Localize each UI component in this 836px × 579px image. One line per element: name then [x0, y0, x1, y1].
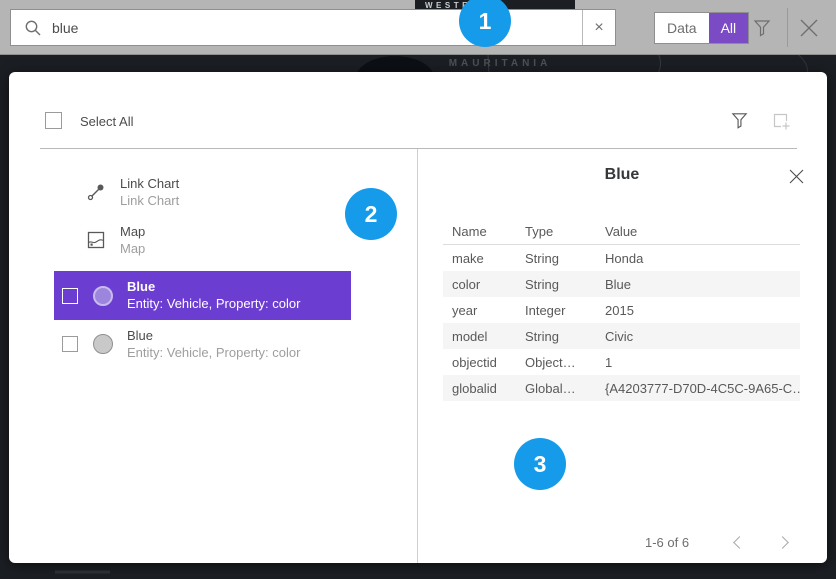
detail-close-icon[interactable]	[788, 168, 805, 185]
result-icon	[92, 333, 114, 355]
clear-search-button[interactable]: ×	[582, 10, 615, 45]
cell-name: model	[443, 329, 525, 344]
cell-type: String	[525, 277, 605, 292]
result-list-item[interactable]: Blue Entity: Vehicle, Property: color	[54, 320, 351, 368]
column-header-name: Name	[443, 224, 525, 239]
column-header-value: Value	[605, 224, 800, 239]
cell-value: 1	[605, 355, 800, 370]
table-body: make String Honda color String Blue year…	[443, 245, 800, 401]
toolbar-divider	[787, 8, 788, 47]
result-subtitle: Link Chart	[120, 192, 179, 209]
cell-type: String	[525, 329, 605, 344]
result-subtitle: Entity: Vehicle, Property: color	[127, 344, 300, 361]
close-search-icon[interactable]	[797, 16, 821, 40]
result-list-item[interactable]: Link Chart Link Chart	[54, 168, 351, 216]
attributes-table: Name Type Value make String Honda color …	[443, 218, 800, 401]
result-checkbox[interactable]	[62, 336, 78, 352]
cell-value: {A4203777-D70D-4C5C-9A65-C…	[605, 381, 800, 396]
result-icon	[85, 181, 107, 203]
result-title: Map	[120, 224, 145, 240]
table-row[interactable]: objectid Object… 1	[443, 349, 800, 375]
cell-name: globalid	[443, 381, 525, 396]
result-icon	[85, 229, 107, 251]
detail-title: Blue	[417, 166, 827, 184]
map-label-mauritania: MAURITANIA	[380, 58, 620, 69]
cell-value: 2015	[605, 303, 800, 318]
next-page-icon[interactable]	[776, 536, 789, 549]
select-all-checkbox[interactable]	[45, 112, 62, 129]
cell-type: String	[525, 251, 605, 266]
results-list: Link Chart Link Chart Map Map Blue Entit…	[40, 168, 374, 368]
cell-name: objectid	[443, 355, 525, 370]
result-list-item[interactable]: Blue Entity: Vehicle, Property: color	[54, 271, 351, 320]
cell-type: Integer	[525, 303, 605, 318]
previous-page-icon[interactable]	[733, 536, 746, 549]
scope-segmented-control: Data All	[654, 12, 749, 44]
table-row[interactable]: color String Blue	[443, 271, 800, 297]
scope-all-button[interactable]: All	[709, 13, 749, 43]
select-all-label: Select All	[80, 114, 133, 129]
callout-badge-3: 3	[514, 438, 566, 490]
pagination-label: 1-6 of 6	[645, 535, 689, 550]
app-screen: MAURITANIA × Data All WESTER Select All	[0, 0, 836, 579]
cell-name: make	[443, 251, 525, 266]
column-header-type: Type	[525, 224, 605, 239]
cell-value: Honda	[605, 251, 800, 266]
result-title: Blue	[127, 279, 300, 295]
result-checkbox[interactable]	[62, 288, 78, 304]
cell-name: year	[443, 303, 525, 318]
result-icon	[92, 285, 114, 307]
result-title: Link Chart	[120, 176, 179, 192]
filter-icon[interactable]	[752, 17, 772, 39]
pagination: 1-6 of 6	[645, 534, 787, 550]
table-row[interactable]: model String Civic	[443, 323, 800, 349]
cell-type: Global…	[525, 381, 605, 396]
table-row[interactable]: year Integer 2015	[443, 297, 800, 323]
search-results-panel: Select All Link Chart Link Chart Map Map…	[9, 72, 827, 563]
search-box: ×	[10, 9, 616, 46]
result-list-item[interactable]: Map Map	[54, 216, 351, 264]
detail-pane: Blue Name Type Value make String Honda c…	[417, 72, 827, 563]
cell-name: color	[443, 277, 525, 292]
cell-value: Blue	[605, 277, 800, 292]
search-icon	[24, 19, 42, 37]
cell-type: Object…	[525, 355, 605, 370]
result-subtitle: Entity: Vehicle, Property: color	[127, 295, 300, 312]
result-subtitle: Map	[120, 240, 145, 257]
table-row[interactable]: make String Honda	[443, 245, 800, 271]
table-row[interactable]: globalid Global… {A4203777-D70D-4C5C-9A6…	[443, 375, 800, 401]
result-title: Blue	[127, 328, 300, 344]
table-header-row: Name Type Value	[443, 218, 800, 245]
cell-value: Civic	[605, 329, 800, 344]
scope-data-button[interactable]: Data	[655, 13, 709, 43]
callout-badge-2: 2	[345, 188, 397, 240]
